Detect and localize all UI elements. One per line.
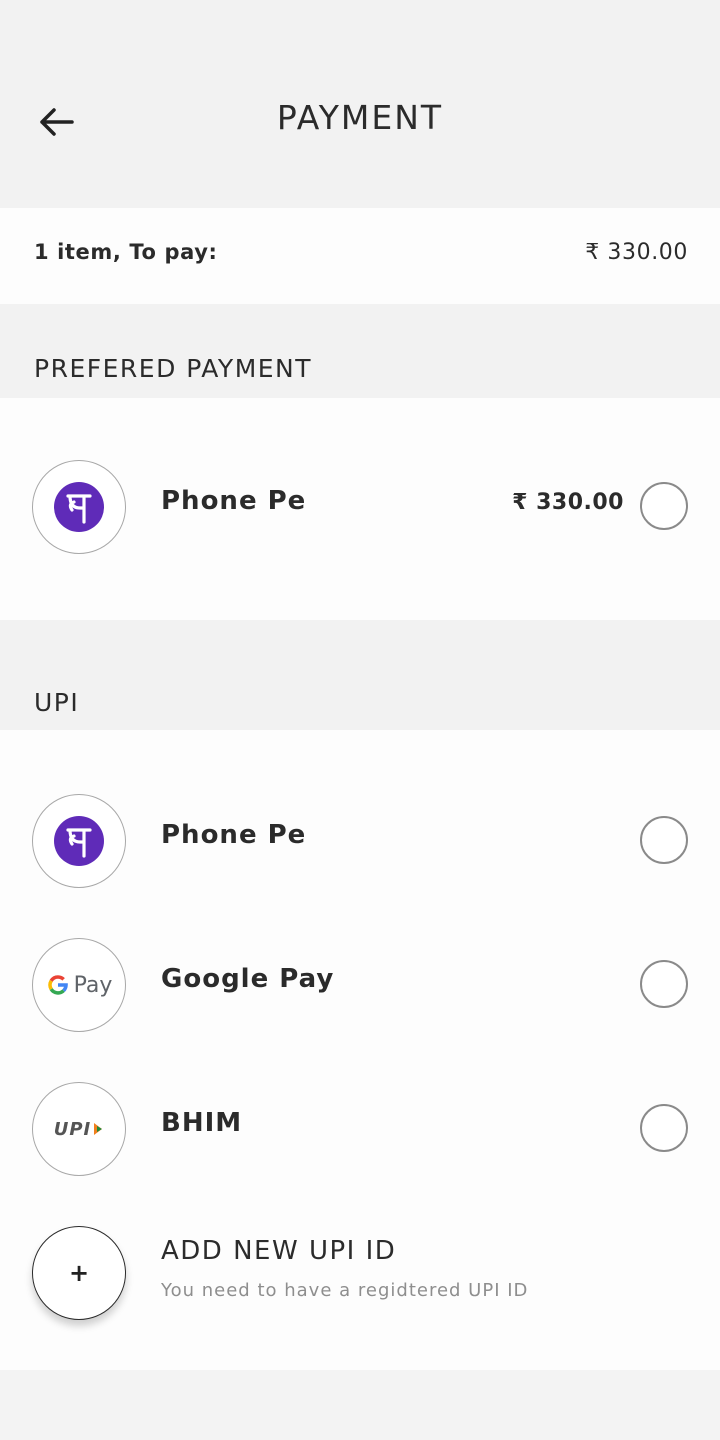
add-new-upi-row[interactable]: + ADD NEW UPI ID You need to have a regi… — [0, 1224, 720, 1324]
radio-button[interactable] — [640, 960, 688, 1008]
option-amount: ₹ 330.00 — [512, 490, 624, 515]
phonepe-logo-icon — [32, 460, 126, 554]
preferred-section-title: PREFERED PAYMENT — [34, 354, 313, 383]
phonepe-logo-icon — [32, 794, 126, 888]
option-label: Phone Pe — [161, 820, 307, 850]
add-upi-subtitle: You need to have a regidtered UPI ID — [161, 1280, 529, 1301]
preferred-section-header — [0, 304, 720, 398]
add-upi-button[interactable]: + — [32, 1226, 126, 1320]
option-label: Phone Pe — [161, 486, 307, 516]
preferred-panel: Phone Pe ₹ 330.00 — [0, 398, 720, 620]
option-label: BHIM — [161, 1108, 243, 1138]
radio-button[interactable] — [640, 1104, 688, 1152]
preferred-option-phonepe[interactable]: Phone Pe ₹ 330.00 — [0, 458, 720, 558]
upi-logo-icon: UPI — [32, 1082, 126, 1176]
upi-option-phonepe[interactable]: Phone Pe — [0, 792, 720, 892]
page-title: PAYMENT — [276, 98, 444, 137]
upi-section-header — [0, 620, 720, 730]
radio-button[interactable] — [640, 816, 688, 864]
radio-button[interactable] — [640, 482, 688, 530]
add-upi-title: ADD NEW UPI ID — [161, 1236, 397, 1266]
app-header: PAYMENT — [0, 0, 720, 208]
google-pay-logo-text: Pay — [73, 972, 113, 998]
summary-total: ₹ 330.00 — [585, 240, 688, 265]
plus-icon: + — [68, 1259, 90, 1287]
google-pay-logo-icon: Pay — [32, 938, 126, 1032]
upi-option-google-pay[interactable]: Pay Google Pay — [0, 936, 720, 1036]
upi-option-bhim[interactable]: UPI BHIM — [0, 1080, 720, 1180]
summary-label: 1 item, To pay: — [34, 240, 218, 264]
option-label: Google Pay — [161, 964, 335, 994]
upi-logo-text: UPI — [53, 1118, 92, 1140]
upi-section-title: UPI — [34, 688, 80, 717]
upi-panel: Phone Pe Pay Google Pay UPI BHIM + ADD N… — [0, 730, 720, 1370]
